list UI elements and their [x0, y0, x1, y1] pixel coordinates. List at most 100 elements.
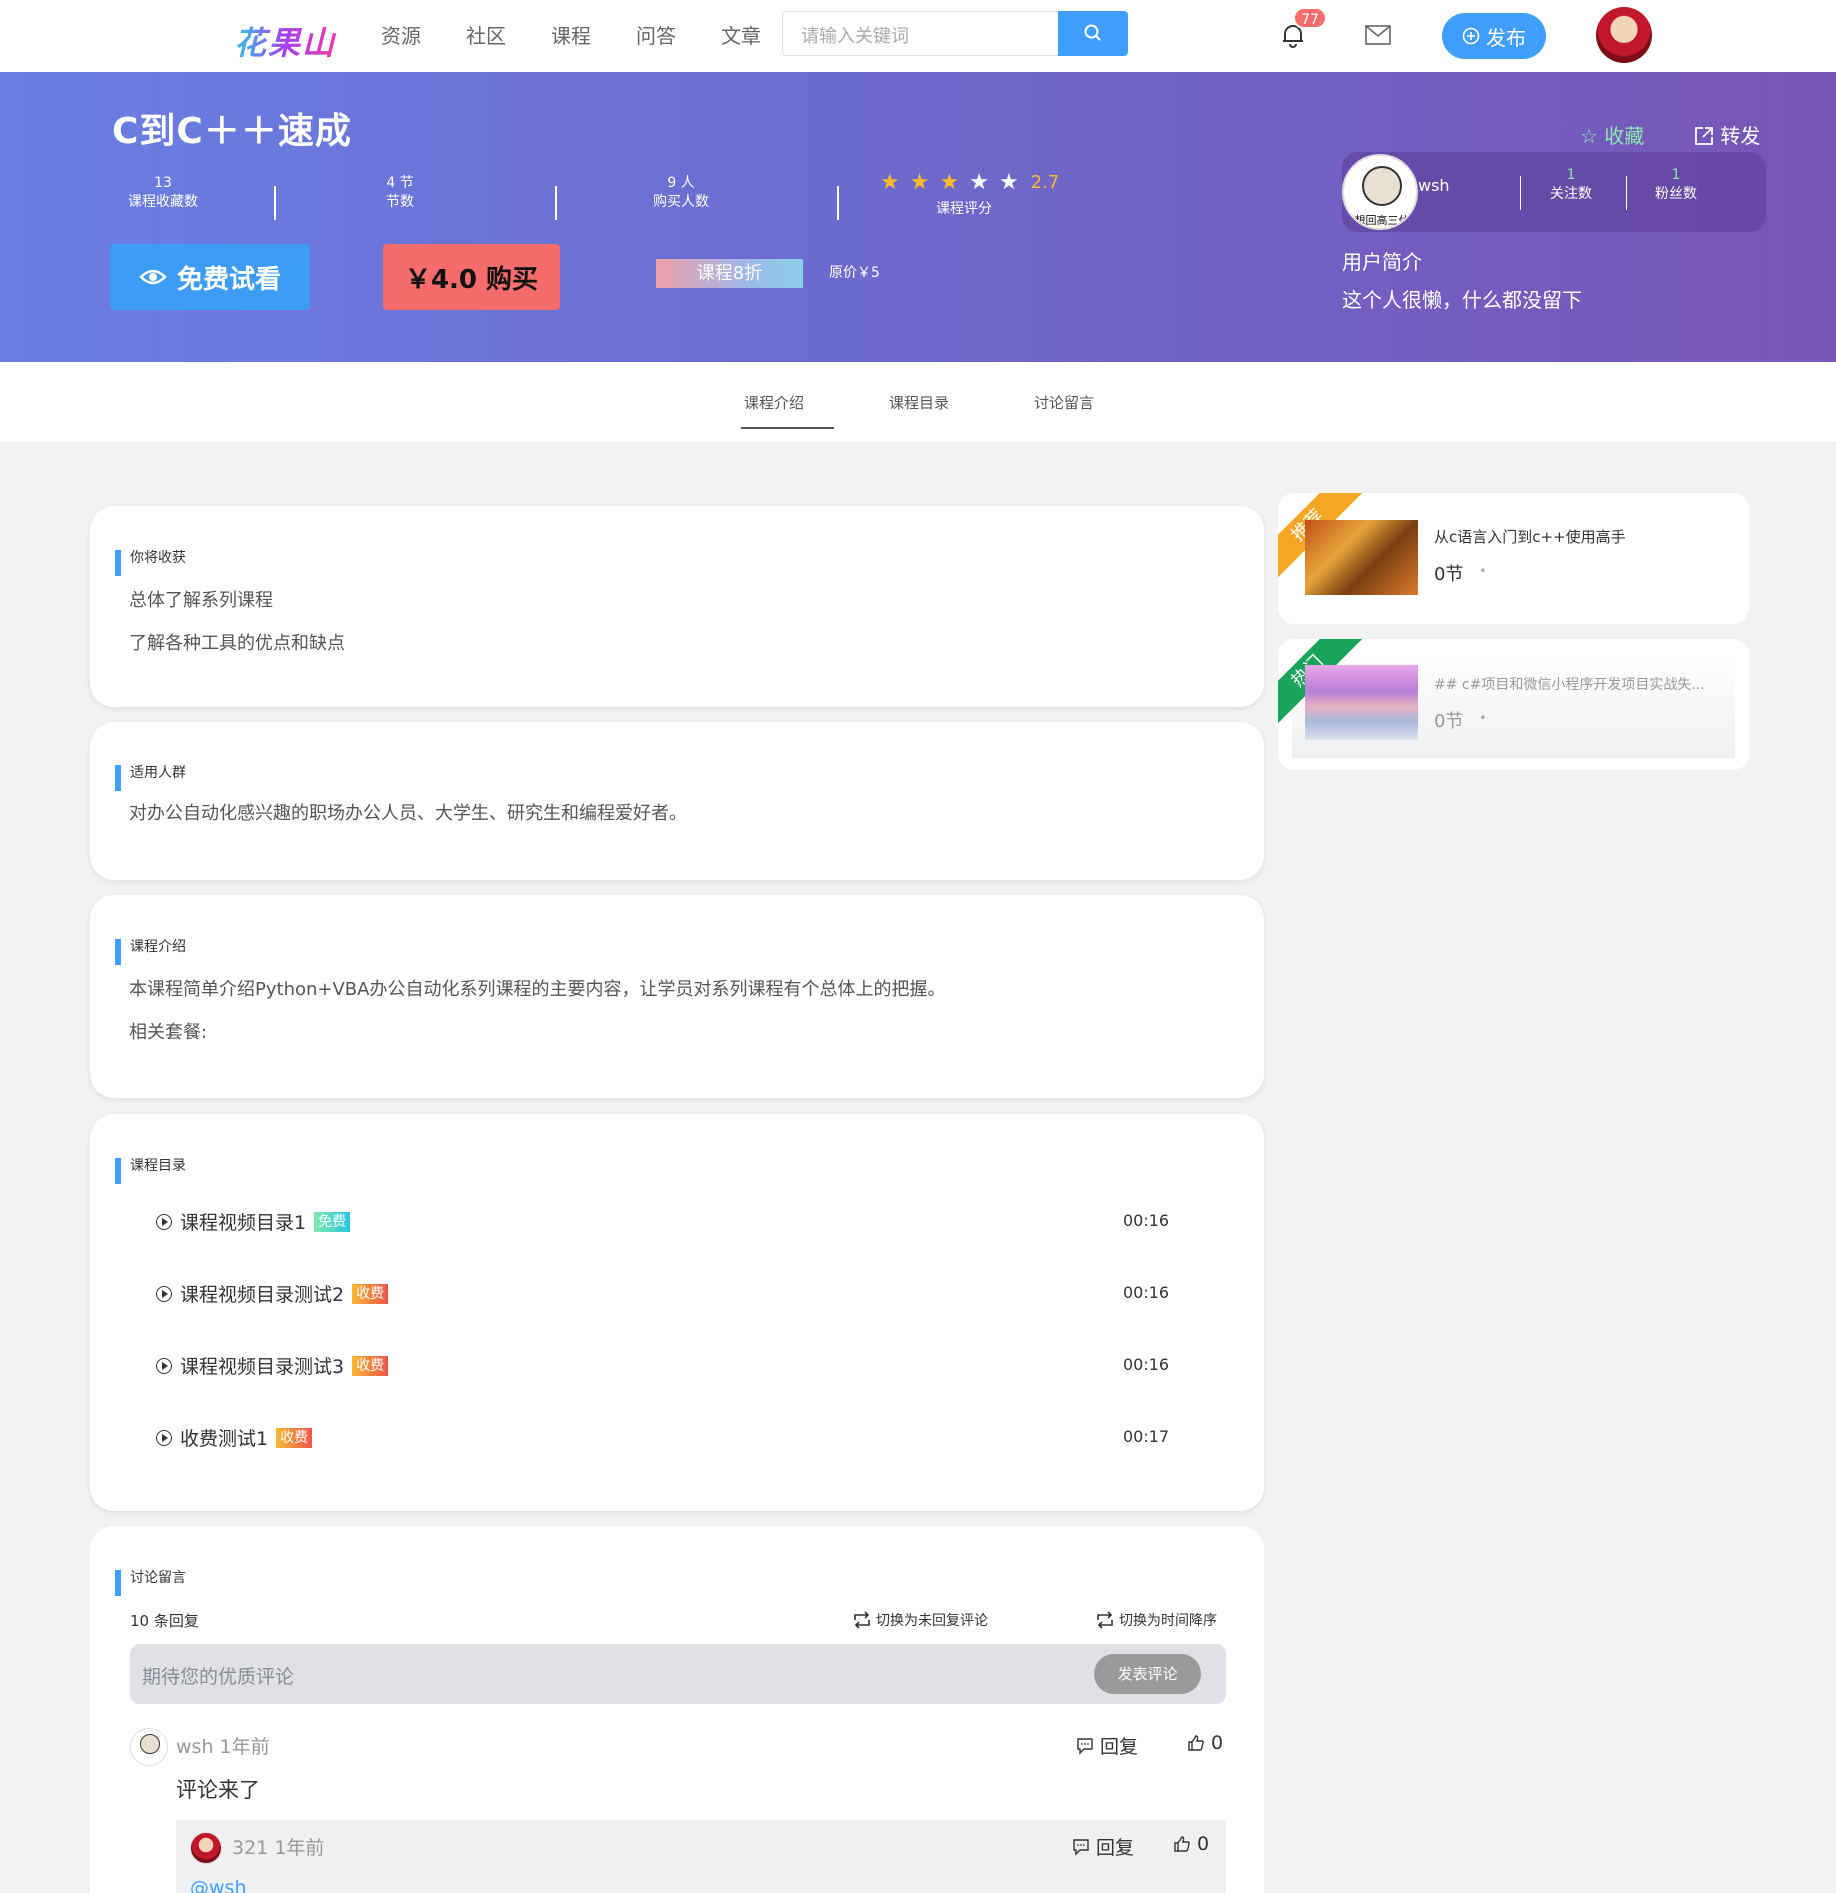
share-button[interactable]: 转发	[1694, 120, 1760, 149]
nav-item-community[interactable]: 社区	[466, 20, 506, 49]
search-input[interactable]: 请输入关键词	[782, 11, 1059, 56]
author-name[interactable]: wsh	[1418, 176, 1450, 195]
free-trial-label: 免费试看	[176, 264, 281, 295]
catalog-item-duration: 00:17	[1123, 1427, 1170, 1446]
catalog-item[interactable]: 课程视频目录测试3 收费	[156, 1352, 389, 1379]
nav-item-articles[interactable]: 文章	[721, 20, 761, 49]
star-icon[interactable]: ★	[939, 170, 959, 195]
mention-link[interactable]: @wsh	[190, 1877, 246, 1893]
publish-button[interactable]: 发布	[1442, 13, 1546, 59]
thumbs-up-icon	[1188, 1735, 1204, 1751]
nav-item-qa[interactable]: 问答	[636, 20, 676, 49]
nav-item-resources[interactable]: 资源	[381, 20, 421, 49]
comment-time: 1年前	[219, 1736, 270, 1758]
stat-label: 节数	[386, 194, 414, 210]
stat-buyers: 9 人 购买人数	[653, 174, 709, 212]
original-price: 原价￥5	[829, 265, 880, 281]
stat-value: 1	[1566, 167, 1576, 183]
section-title: 课程目录	[115, 1158, 186, 1184]
author-followers[interactable]: 1 粉丝数	[1655, 166, 1697, 204]
reply-button[interactable]: 回复	[1076, 1732, 1138, 1759]
catalog-item-name: 课程视频目录1	[180, 1212, 307, 1234]
gain-line: 总体了解系列课程	[129, 590, 273, 611]
paid-tag: 收费	[352, 1355, 389, 1376]
star-icon[interactable]: ★	[880, 170, 900, 195]
star-outline-icon: ☆	[1580, 124, 1598, 148]
comment-meta: wsh 1年前	[176, 1732, 270, 1759]
comment-icon	[1073, 1838, 1089, 1856]
search-button[interactable]	[1058, 11, 1128, 56]
section-title: 适用人群	[115, 765, 186, 791]
side-course-card[interactable]: 推荐 从c语言入门到c++使用高手 0节 •	[1278, 493, 1749, 624]
mail-icon[interactable]	[1365, 25, 1391, 45]
divider	[1520, 176, 1521, 210]
author-avatar[interactable]: 想回高三休	[1342, 154, 1418, 230]
reply-label: 回复	[1096, 1837, 1135, 1859]
reply-count: 10 条回复	[130, 1612, 199, 1630]
star-icon[interactable]: ★	[969, 170, 989, 195]
swap-icon	[1097, 1611, 1113, 1629]
comment-avatar[interactable]	[190, 1832, 222, 1864]
author-following[interactable]: 1 关注数	[1550, 166, 1592, 204]
reply-label: 回复	[1100, 1736, 1139, 1758]
section-title: 你将收获	[115, 550, 186, 576]
comment-meta: 321 1年前	[232, 1833, 324, 1860]
comment-input[interactable]: 期待您的优质评论	[130, 1644, 1226, 1704]
like-button[interactable]: 0	[1187, 1732, 1223, 1754]
divider	[555, 186, 557, 220]
swap-icon	[854, 1611, 870, 1629]
rating-stars[interactable]: ★ ★ ★ ★ ★ 2.7	[880, 170, 1059, 195]
buy-button[interactable]: ￥4.0 购买	[383, 244, 560, 310]
comment-user[interactable]: wsh	[176, 1736, 213, 1758]
eye-icon	[139, 269, 167, 285]
switch-unreplied-button[interactable]: 切换为未回复评论	[852, 1610, 988, 1630]
stat-value: 13	[154, 175, 172, 191]
stat-label: 粉丝数	[1655, 186, 1697, 202]
catalog-item[interactable]: 课程视频目录1 免费	[156, 1208, 351, 1235]
user-avatar[interactable]	[1596, 7, 1652, 63]
side-course-title[interactable]: ## c#项目和微信小程序开发项目实战失...	[1434, 674, 1705, 694]
post-comment-button[interactable]: 发表评论	[1094, 1654, 1201, 1694]
share-label: 转发	[1720, 124, 1761, 148]
comment-user[interactable]: 321	[232, 1837, 268, 1859]
reply-button[interactable]: 回复	[1072, 1833, 1134, 1860]
intro-text: 本课程简单介绍Python+VBA办公自动化系列课程的主要内容，让学员对系列课程…	[129, 979, 946, 1000]
switch-order-label: 切换为时间降序	[1119, 1613, 1217, 1629]
like-button[interactable]: 0	[1173, 1833, 1209, 1855]
meme-face	[1362, 166, 1402, 206]
star-icon[interactable]: ★	[999, 170, 1019, 195]
tab-course-catalog[interactable]: 课程目录	[889, 392, 949, 413]
stat-value: 4 节	[386, 175, 414, 191]
comment-icon	[1077, 1737, 1093, 1755]
free-trial-button[interactable]: 免费试看	[110, 244, 310, 310]
search-icon	[1084, 24, 1101, 41]
star-icon[interactable]: ★	[910, 170, 930, 195]
divider	[837, 186, 839, 220]
side-course-card[interactable]: 热门 ## c#项目和微信小程序开发项目实战失... 0节 •	[1278, 639, 1749, 770]
course-thumbnail[interactable]	[1305, 665, 1418, 740]
section-title: 讨论留言	[115, 1570, 186, 1596]
catalog-item[interactable]: 课程视频目录测试2 收费	[156, 1280, 389, 1307]
comment-avatar[interactable]	[130, 1728, 168, 1766]
gain-line: 了解各种工具的优点和缺点	[129, 633, 345, 654]
course-title: C到C＋＋速成	[112, 111, 352, 152]
course-thumbnail[interactable]	[1305, 520, 1418, 595]
collect-button[interactable]: ☆ 收藏	[1580, 120, 1644, 149]
catalog-item[interactable]: 收费测试1 收费	[156, 1424, 313, 1451]
comment-body: 评论来了	[176, 1778, 260, 1802]
side-course-title[interactable]: 从c语言入门到c++使用高手	[1434, 526, 1626, 547]
lesson-count: 0节	[1434, 564, 1464, 585]
nav-item-courses[interactable]: 课程	[551, 20, 591, 49]
tab-course-intro[interactable]: 课程介绍	[744, 392, 804, 413]
comment-time: 1年前	[274, 1837, 325, 1859]
logo[interactable]: 花果山	[234, 18, 336, 64]
switch-unreplied-label: 切换为未回复评论	[876, 1613, 988, 1629]
play-icon	[156, 1429, 172, 1446]
stat-value: 1	[1671, 167, 1681, 183]
switch-order-button[interactable]: 切换为时间降序	[1095, 1610, 1217, 1630]
publish-label: 发布	[1486, 25, 1526, 50]
tab-discussion[interactable]: 讨论留言	[1034, 392, 1094, 413]
section-gain: 你将收获 总体了解系列课程 了解各种工具的优点和缺点	[90, 506, 1264, 707]
catalog-item-name: 课程视频目录测试2	[180, 1284, 345, 1306]
section-discussion: 讨论留言 10 条回复 切换为未回复评论 切换为时间降序 期待您的优质评论 发表…	[90, 1526, 1264, 1893]
